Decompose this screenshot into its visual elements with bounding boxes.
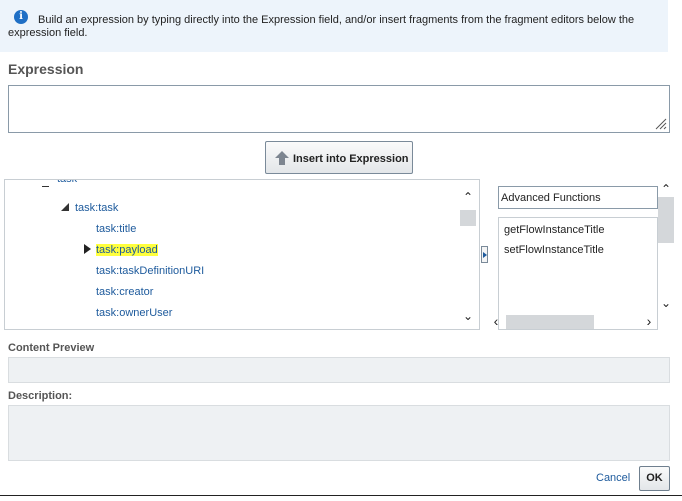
ok-button[interactable]: OK bbox=[639, 466, 670, 491]
tree-node-task-owner-user[interactable]: task:ownerUser bbox=[96, 307, 172, 319]
scroll-down-arrow-icon[interactable]: ⌄ bbox=[659, 297, 673, 309]
description-label: Description: bbox=[8, 390, 73, 402]
tree-node-task-title[interactable]: task:title bbox=[96, 223, 136, 235]
scroll-up-arrow-icon[interactable]: ⌃ bbox=[461, 191, 475, 203]
tree-vertical-scrollbar[interactable]: ⌃ ⌄ bbox=[459, 188, 477, 326]
collapsed-triangle-icon[interactable] bbox=[84, 244, 91, 254]
function-category-value: Advanced Functions bbox=[501, 192, 601, 204]
function-vertical-scrollbar[interactable]: ⌃ ⌄ bbox=[656, 181, 676, 311]
panel-splitter-handle[interactable] bbox=[481, 246, 488, 263]
expression-textarea[interactable] bbox=[8, 85, 670, 133]
function-scroll-thumb[interactable] bbox=[658, 197, 674, 243]
data-tree-panel: task task:task task:title task:payload t… bbox=[4, 179, 480, 330]
insert-button-label: Insert into Expression bbox=[293, 153, 409, 165]
tree-node-cut-off[interactable]: task bbox=[57, 180, 77, 185]
expression-title: Expression bbox=[8, 61, 84, 77]
function-item[interactable]: getFlowInstanceTitle bbox=[504, 224, 604, 236]
tree-node-task-creator[interactable]: task:creator bbox=[96, 286, 153, 298]
scroll-up-arrow-icon[interactable]: ⌃ bbox=[659, 183, 673, 195]
function-item[interactable]: setFlowInstanceTitle bbox=[504, 244, 604, 256]
function-horizontal-scrollbar[interactable]: ‹ › bbox=[489, 313, 659, 331]
function-category-select[interactable]: Advanced Functions bbox=[498, 186, 658, 209]
info-text: Build an expression by typing directly i… bbox=[8, 14, 635, 39]
description-field bbox=[8, 405, 670, 461]
dialog-bottom-border bbox=[0, 495, 682, 496]
tree-node-task-task[interactable]: task:task bbox=[75, 202, 118, 214]
resize-handle-icon[interactable] bbox=[655, 118, 667, 130]
insert-into-expression-button[interactable]: Insert into Expression bbox=[265, 141, 413, 174]
cancel-button[interactable]: Cancel bbox=[596, 472, 630, 484]
scroll-right-arrow-icon[interactable]: › bbox=[642, 314, 656, 328]
up-arrow-icon bbox=[275, 151, 289, 165]
tree-cut-off-marker bbox=[42, 186, 49, 187]
tree-node-task-payload[interactable]: task:payload bbox=[96, 244, 158, 256]
tree-node-task-definition-uri[interactable]: task:taskDefinitionURI bbox=[96, 265, 204, 277]
splitter-arrow-icon bbox=[483, 252, 487, 258]
content-preview-label: Content Preview bbox=[8, 342, 95, 354]
scroll-down-arrow-icon[interactable]: ⌄ bbox=[461, 310, 475, 322]
info-banner: i Build an expression by typing directly… bbox=[0, 0, 668, 52]
content-preview-field bbox=[8, 357, 670, 383]
function-hscroll-thumb[interactable] bbox=[506, 315, 594, 329]
scroll-left-arrow-icon[interactable]: ‹ bbox=[489, 314, 503, 328]
tree-scroll-thumb[interactable] bbox=[460, 210, 476, 226]
expanded-triangle-icon[interactable] bbox=[61, 203, 69, 211]
